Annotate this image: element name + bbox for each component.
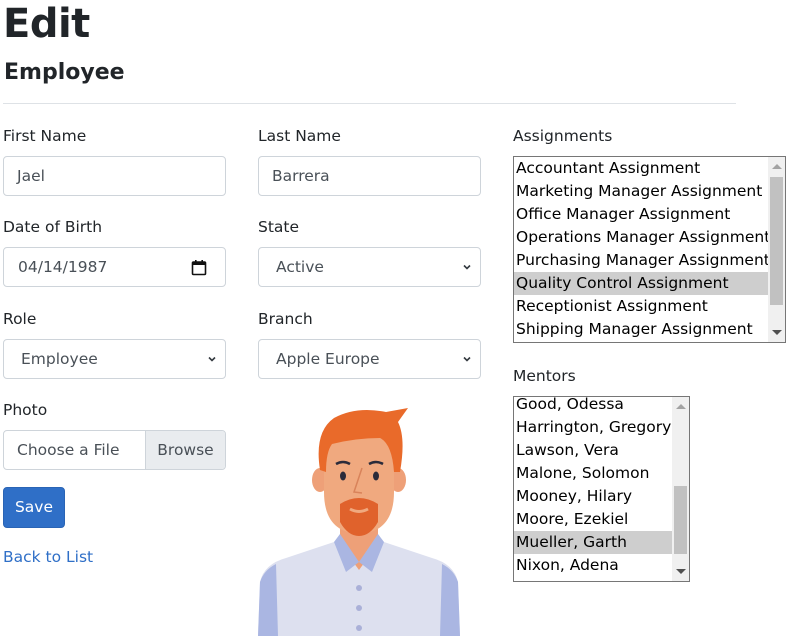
mentors-listbox[interactable]: Good, Odessa Harrington, Gregory Lawson, V… — [513, 396, 690, 582]
state-value: Active — [276, 258, 324, 276]
save-button[interactable]: Save — [3, 487, 65, 528]
assignment-option[interactable]: Purchasing Manager Assignment — [514, 249, 770, 272]
first-name-input[interactable]: Jael — [3, 156, 226, 196]
first-name-value: Jael — [17, 167, 45, 185]
scroll-down-arrow-icon[interactable] — [772, 330, 782, 335]
role-value: Employee — [21, 350, 98, 368]
back-to-list-link[interactable]: Back to List — [3, 547, 93, 567]
assignment-option[interactable]: Quality Control Assignment — [514, 272, 768, 295]
state-label: State — [258, 218, 300, 236]
chevron-down-icon — [463, 356, 471, 362]
assignments-scrollbar[interactable] — [768, 157, 785, 342]
assignment-option[interactable]: Operations Manager Assignment — [514, 226, 770, 249]
mentor-option[interactable]: Moore, Ezekiel — [514, 508, 672, 531]
assignments-listbox[interactable]: Accountant Assignment Marketing Manager A… — [513, 156, 786, 343]
file-placeholder: Choose a File — [17, 441, 120, 459]
mentor-option[interactable]: Nixon, Adena — [514, 554, 672, 577]
employee-photo — [258, 408, 460, 636]
branch-select[interactable]: Apple Europe — [258, 339, 481, 379]
date-of-birth-value: 04/14/1987 — [18, 258, 108, 276]
page-subtitle: Employee — [4, 60, 125, 85]
assignment-option[interactable]: Receptionist Assignment — [514, 295, 768, 318]
scroll-up-arrow-icon[interactable] — [772, 164, 782, 169]
chevron-down-icon — [208, 356, 216, 362]
scroll-thumb[interactable] — [674, 486, 687, 554]
chevron-down-icon — [463, 264, 471, 270]
scroll-up-arrow-icon[interactable] — [676, 404, 686, 409]
last-name-label: Last Name — [258, 127, 341, 145]
mentor-option[interactable]: Harrington, Gregory — [514, 416, 672, 439]
date-of-birth-label: Date of Birth — [3, 218, 103, 236]
first-name-label: First Name — [3, 127, 87, 145]
assignment-option[interactable]: Shipping Manager Assignment — [514, 318, 768, 341]
last-name-value: Barrera — [272, 167, 330, 185]
page-title: Edit — [3, 1, 90, 47]
browse-button[interactable]: Browse — [145, 431, 225, 469]
mentor-option[interactable]: Mooney, Hilary — [514, 485, 672, 508]
last-name-input[interactable]: Barrera — [258, 156, 481, 196]
assignment-option[interactable]: Office Manager Assignment — [514, 203, 768, 226]
mentor-option[interactable]: Mueller, Garth — [514, 531, 672, 554]
date-of-birth-input[interactable]: 04/14/1987 — [3, 247, 226, 287]
assignment-option[interactable]: Accountant Assignment — [514, 157, 768, 180]
assignment-option[interactable]: Marketing Manager Assignment — [514, 180, 768, 203]
photo-label: Photo — [3, 401, 48, 419]
header-divider — [3, 103, 736, 104]
mentors-label: Mentors — [513, 367, 576, 385]
assignments-label: Assignments — [513, 127, 613, 145]
state-select[interactable]: Active — [258, 247, 481, 287]
mentors-scrollbar[interactable] — [672, 397, 689, 581]
role-label: Role — [3, 310, 37, 328]
branch-value: Apple Europe — [276, 350, 380, 368]
photo-file-input[interactable]: Choose a File Browse — [3, 430, 226, 470]
mentor-option[interactable]: Good, Odessa — [514, 397, 672, 416]
mentor-option[interactable]: Malone, Solomon — [514, 462, 672, 485]
role-select[interactable]: Employee — [3, 339, 226, 379]
mentor-option[interactable]: Lawson, Vera — [514, 439, 672, 462]
calendar-icon[interactable] — [191, 259, 207, 276]
scroll-thumb[interactable] — [770, 177, 783, 305]
scroll-down-arrow-icon[interactable] — [676, 569, 686, 574]
branch-label: Branch — [258, 310, 313, 328]
